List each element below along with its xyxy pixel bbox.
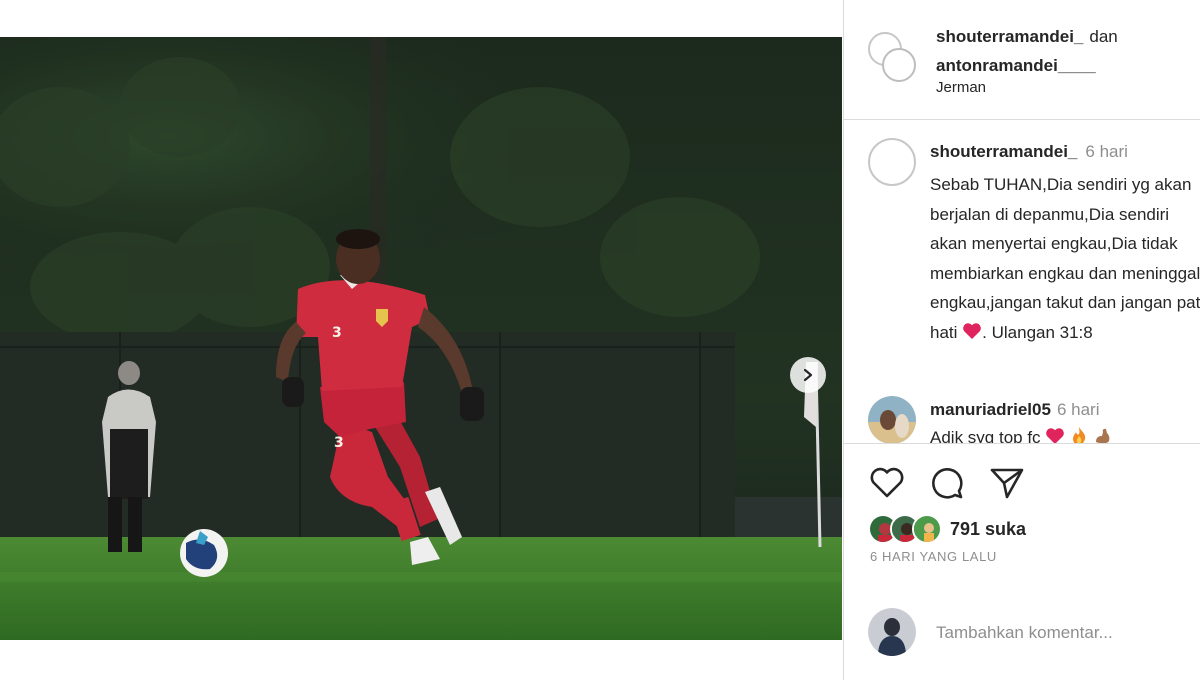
svg-text:3: 3 — [332, 325, 342, 341]
caption-line: engkau,jangan takut dan jangan patah — [930, 293, 1200, 312]
next-image-button[interactable] — [790, 357, 826, 393]
liker-avatar — [912, 514, 942, 544]
fire-icon — [1073, 427, 1086, 444]
heart-icon — [870, 467, 904, 498]
comment-icon — [932, 468, 963, 499]
comment-item: manuriadriel05 6 hari Adik syg top fc — [868, 396, 1200, 444]
comment-time[interactable]: 6 hari — [1057, 400, 1100, 419]
username-link[interactable]: antonramandei____ — [936, 56, 1096, 75]
caption-line: hati — [930, 322, 958, 342]
comment-text-row: Adik syg top fc — [930, 426, 1113, 444]
share-button[interactable] — [988, 464, 1026, 502]
comment-text: Adik syg top fc — [930, 428, 1041, 444]
post-header: shouterramandei_ dan antonramandei____ Je… — [844, 0, 1200, 120]
like-button[interactable] — [868, 464, 906, 502]
likes-count[interactable]: 791 suka — [950, 519, 1026, 540]
red-heart-icon — [963, 322, 981, 339]
comment-username[interactable]: manuriadriel05 — [930, 400, 1051, 419]
red-heart-icon — [1046, 428, 1065, 444]
caption-line: akan menyertai engkau,Dia tidak — [930, 234, 1178, 253]
avatar — [882, 48, 916, 82]
username-link[interactable]: shouterramandei_ — [936, 27, 1083, 46]
avatar — [868, 608, 916, 656]
post-date[interactable]: 6 HARI YANG LALU — [870, 549, 997, 564]
conjunction-text: dan — [1089, 27, 1118, 46]
caption-line: Sebab TUHAN,Dia sendiri yg akan — [930, 175, 1192, 194]
collab-avatars[interactable] — [868, 32, 920, 84]
divider — [844, 443, 1200, 444]
likes-row[interactable]: 791 suka — [868, 512, 1026, 546]
caption-username[interactable]: shouterramandei_ — [930, 142, 1077, 161]
avatar[interactable] — [868, 138, 916, 186]
football-photo: 3 3 — [0, 37, 842, 640]
collab-usernames: shouterramandei_ dan antonramandei____ — [936, 22, 1118, 80]
location-link[interactable]: Jerman — [936, 79, 986, 96]
comment-button[interactable] — [928, 464, 966, 502]
svg-text:3: 3 — [334, 435, 344, 451]
comment-input[interactable] — [936, 620, 1186, 646]
chevron-right-icon — [803, 368, 813, 382]
post-side-panel: shouterramandei_ dan antonramandei____ Je… — [843, 0, 1200, 680]
caption-text: Sebab TUHAN,Dia sendiri yg akan berjalan… — [930, 170, 1200, 347]
post-actions — [868, 464, 1026, 502]
flexed-biceps-icon — [1095, 428, 1110, 444]
avatar[interactable] — [868, 396, 916, 444]
send-icon — [990, 468, 1024, 499]
caption-time[interactable]: 6 hari — [1085, 142, 1128, 161]
post-image[interactable]: 3 3 — [0, 37, 842, 640]
caption-line: membiarkan engkau dan meninggalkan — [930, 263, 1200, 283]
caption-line-suffix: . Ulangan 31:8 — [982, 322, 1093, 342]
add-comment-row — [868, 608, 1200, 658]
caption-line: berjalan di depanmu,Dia sendiri — [930, 204, 1170, 224]
